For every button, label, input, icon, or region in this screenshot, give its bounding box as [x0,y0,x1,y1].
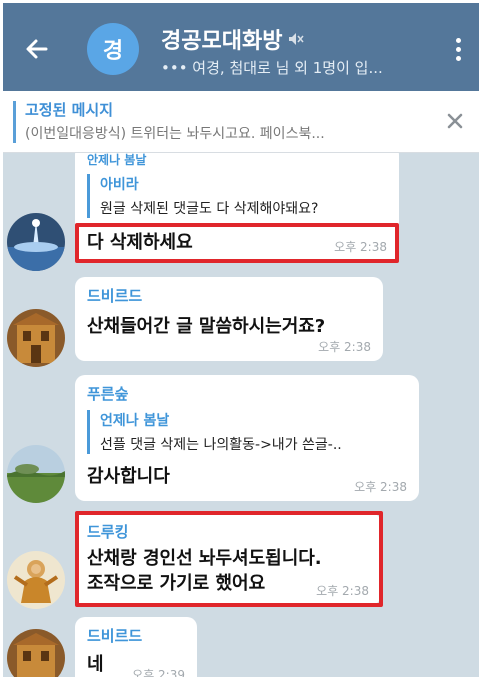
message-bubble-4[interactable]: 드루킹 산채랑 경인선 놔두셔도됩니다. 조작으로 가기로 했어요 오후 2:3… [75,513,381,605]
message-time: 오후 2:38 [354,480,407,494]
building-avatar-image [7,629,65,677]
avatar-building-2[interactable] [7,629,65,677]
group-avatar-letter: 경 [102,39,124,64]
pinned-message[interactable]: 고정된 메시지 (이번일대응방식) 트위터는 놔두시고요. 페이스북... [3,91,479,153]
sender-name[interactable]: 푸른숲 [87,383,407,404]
message-bubble-2[interactable]: 드비르드 산채들어간 글 말씀하시는거죠? 오후 2:38 [75,277,383,361]
sender-name[interactable]: 드루킹 [87,521,369,542]
avatar-fountain[interactable] [7,213,65,271]
message-text-line1: 산채랑 경인선 놔두셔도됩니다. [87,548,322,569]
reply-name: 언제나 봄날 [100,413,170,429]
screenshot-frame: 경 경공모대화방 ••• 여경, 첨대로 님 외 1명이 입... 고정된 메시… [3,3,479,677]
group-avatar[interactable]: 경 [87,23,139,75]
chat-messages[interactable]: 안제나 봄날 아비라 원글 삭제된 댓글도 다 삭제해야돼요? 다 삭제하세요 … [3,153,479,677]
message-bubble-1[interactable]: 안제나 봄날 아비라 원글 삭제된 댓글도 다 삭제해야돼요? 다 삭제하세요 … [75,153,399,261]
fountain-avatar-image [7,213,65,271]
message-bubble-3[interactable]: 푸른숲 언제나 봄날 선플 댓글 삭제는 나의활동->내가 쓴글-.. 감사합니… [75,375,419,501]
sender-name[interactable]: 드비르드 [87,285,371,306]
avatar-field[interactable] [7,445,65,503]
message-text: 산채들어간 글 말씀하시는거죠? [87,316,326,337]
pinned-text: (이번일대응방식) 트위터는 놔두시고요. 페이스북... [25,126,325,142]
message-time: 오후 2:38 [318,340,371,354]
avatar-building[interactable] [7,309,65,367]
sender-name[interactable]: 드비르드 [87,625,185,646]
chat-title: 경공모대화방 [161,29,283,54]
sender-name[interactable]: 안제나 봄날 [87,153,387,168]
close-icon [447,113,463,129]
arrow-left-icon [26,39,48,59]
chat-status: ••• 여경, 첨대로 님 외 1명이 입... [161,59,383,77]
message-time: 오후 2:38 [316,584,369,598]
reply-quote[interactable]: 언제나 봄날 선플 댓글 삭제는 나의활동->내가 쓴글-.. [87,410,407,454]
pinned-close-button[interactable] [441,107,469,135]
more-vertical-icon [455,37,461,43]
chat-header: 경 경공모대화방 ••• 여경, 첨대로 님 외 1명이 입... [3,3,479,91]
building-avatar-image [7,309,65,367]
reply-text: 선플 댓글 삭제는 나의활동->내가 쓴글-.. [100,437,342,453]
back-button[interactable] [17,29,57,69]
figure-avatar-image [7,551,65,609]
reply-name: 아비라 [100,177,139,193]
message-time: 오후 2:38 [334,240,387,254]
message-time: 오후 2:39 [132,668,185,677]
message-bubble-5[interactable]: 드비르드 네 오후 2:39 [75,617,197,677]
reply-text: 원글 삭제된 댓글도 다 삭제해야돼요? [100,201,319,217]
avatar-figure[interactable] [7,551,65,609]
reply-quote[interactable]: 아비라 원글 삭제된 댓글도 다 삭제해야돼요? [87,174,387,218]
mute-icon [289,33,305,45]
pinned-label: 고정된 메시지 [25,101,114,119]
pinned-accent-bar [13,101,16,143]
chat-title-row[interactable]: 경공모대화방 [161,23,305,55]
field-avatar-image [7,445,65,503]
more-options-button[interactable] [445,31,471,67]
